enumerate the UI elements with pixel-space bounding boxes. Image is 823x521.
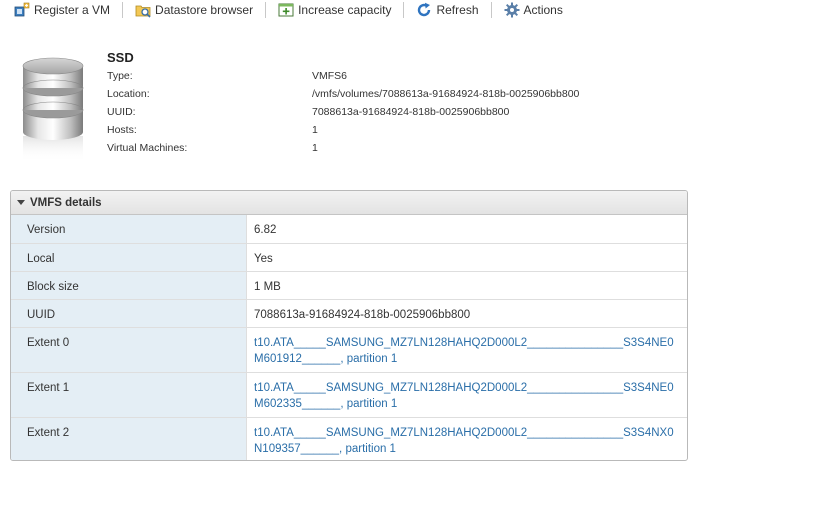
datastore-browser-button[interactable]: Datastore browser: [135, 0, 253, 20]
increase-capacity-icon: [278, 2, 294, 18]
toolbar-separator: [122, 2, 124, 18]
detail-key: Block size: [11, 271, 247, 300]
collapse-caret-icon[interactable]: [17, 200, 25, 205]
vmfs-details-panel: VMFS details Version 6.82 Local Yes Bloc…: [10, 190, 688, 461]
datastore-name: SSD: [107, 50, 134, 65]
toolbar: Register a VM Datastore browser Increase…: [14, 0, 563, 20]
refresh-label: Refresh: [436, 3, 479, 17]
actions-button[interactable]: Actions: [504, 0, 563, 20]
extent-2-link[interactable]: t10.ATA_____SAMSUNG_MZ7LN128HAHQ2D000L2_…: [254, 418, 687, 457]
actions-gear-icon: [504, 2, 520, 18]
summary-label: UUID:: [107, 106, 136, 118]
detail-key: Extent 1: [11, 372, 247, 418]
summary-value: 7088613a-91684924-818b-0025906bb800: [312, 106, 510, 118]
detail-key: UUID: [11, 299, 247, 328]
refresh-button[interactable]: Refresh: [416, 0, 479, 20]
toolbar-separator: [403, 2, 405, 18]
datastore-database-icon: [20, 56, 86, 166]
vmfs-details-title: VMFS details: [30, 196, 102, 209]
vmfs-details-table: Version 6.82 Local Yes Block size 1 MB U…: [11, 215, 688, 460]
toolbar-separator: [490, 2, 492, 18]
register-vm-label: Register a VM: [34, 3, 111, 17]
register-vm-icon: [14, 2, 30, 18]
register-vm-button[interactable]: Register a VM: [14, 0, 110, 20]
summary-label: Hosts:: [107, 124, 137, 136]
datastore-browser-icon: [135, 2, 151, 18]
detail-key: Local: [11, 243, 247, 272]
detail-key: Extent 0: [11, 327, 247, 373]
detail-key: Extent 2: [11, 417, 247, 460]
table-row: Extent 0 t10.ATA_____SAMSUNG_MZ7LN128HAH…: [11, 327, 687, 373]
summary-row-virtual-machines: Virtual Machines: 1: [107, 142, 318, 154]
detail-value: Yes: [246, 243, 687, 272]
summary-label: Type:: [107, 70, 133, 82]
summary-row-location: Location: /vmfs/volumes/7088613a-9168492…: [107, 88, 579, 100]
detail-value: 7088613a-91684924-818b-0025906bb800: [246, 299, 687, 328]
table-row: Local Yes: [11, 243, 687, 272]
toolbar-separator: [265, 2, 267, 18]
detail-value: 6.82: [246, 215, 687, 244]
table-row: Block size 1 MB: [11, 271, 687, 300]
increase-capacity-label: Increase capacity: [298, 3, 392, 17]
datastore-browser-label: Datastore browser: [155, 3, 254, 17]
summary-value: /vmfs/volumes/7088613a-91684924-818b-002…: [312, 88, 580, 100]
summary-value: 1: [312, 142, 318, 154]
extent-0-link[interactable]: t10.ATA_____SAMSUNG_MZ7LN128HAHQ2D000L2_…: [254, 328, 687, 367]
summary-label: Virtual Machines:: [107, 142, 188, 154]
summary-value: 1: [312, 124, 318, 136]
summary-label: Location:: [107, 88, 150, 100]
table-row: Extent 1 t10.ATA_____SAMSUNG_MZ7LN128HAH…: [11, 372, 687, 418]
summary-row-uuid: UUID: 7088613a-91684924-818b-0025906bb80…: [107, 106, 509, 118]
detail-value: t10.ATA_____SAMSUNG_MZ7LN128HAHQ2D000L2_…: [247, 417, 688, 460]
increase-capacity-button[interactable]: Increase capacity: [278, 0, 391, 20]
vmfs-details-header[interactable]: VMFS details: [11, 191, 687, 215]
summary-value: VMFS6: [312, 70, 348, 82]
table-row: Extent 2 t10.ATA_____SAMSUNG_MZ7LN128HAH…: [11, 417, 688, 460]
extent-1-link[interactable]: t10.ATA_____SAMSUNG_MZ7LN128HAHQ2D000L2_…: [254, 373, 687, 412]
table-row: UUID 7088613a-91684924-818b-0025906bb800: [11, 299, 687, 328]
detail-value: 1 MB: [246, 271, 687, 300]
refresh-icon: [416, 2, 432, 18]
summary-row-type: Type: VMFS6: [107, 70, 347, 82]
summary-row-hosts: Hosts: 1: [107, 124, 318, 136]
detail-value: t10.ATA_____SAMSUNG_MZ7LN128HAHQ2D000L2_…: [246, 327, 687, 373]
detail-value: t10.ATA_____SAMSUNG_MZ7LN128HAHQ2D000L2_…: [246, 372, 687, 418]
actions-label: Actions: [523, 3, 563, 17]
detail-key: Version: [11, 215, 247, 244]
table-row: Version 6.82: [11, 215, 687, 244]
